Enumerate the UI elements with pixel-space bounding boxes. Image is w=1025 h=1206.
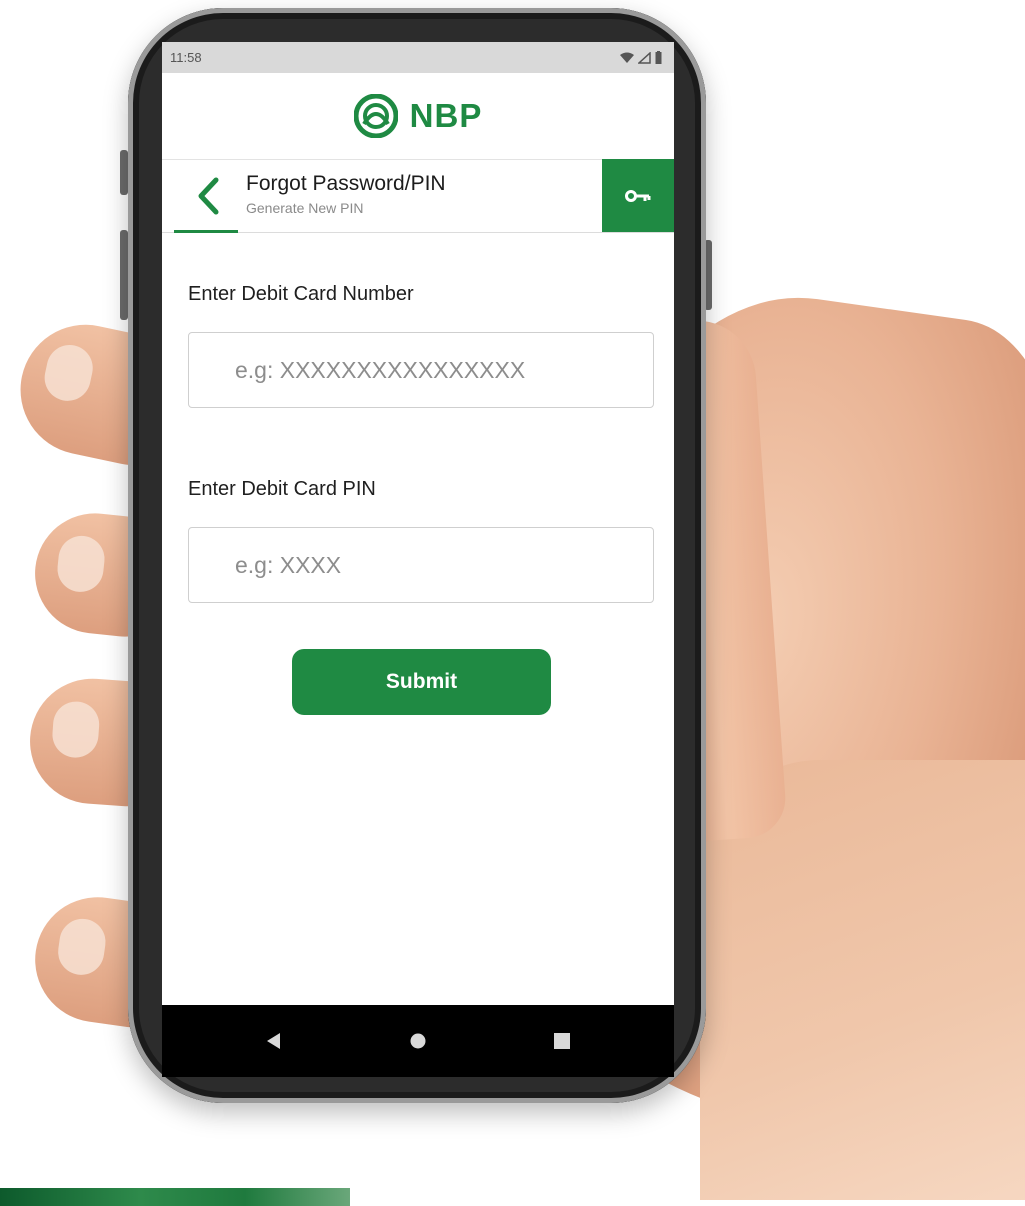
back-triangle-icon (267, 1033, 280, 1049)
page-subtitle: Generate New PIN (246, 200, 364, 216)
recents-square-icon (554, 1033, 570, 1049)
card-pin-input[interactable] (188, 527, 654, 603)
card-pin-label: Enter Debit Card PIN (188, 478, 376, 500)
nav-home-button[interactable] (388, 1011, 448, 1071)
status-icons (620, 51, 662, 64)
status-bar: 11:58 (162, 42, 674, 73)
nav-back-button[interactable] (244, 1011, 304, 1071)
signal-icon (638, 51, 651, 64)
android-nav-bar (162, 1005, 674, 1077)
card-number-input[interactable] (188, 332, 654, 408)
finger-nail (55, 915, 109, 978)
home-circle-icon (410, 1033, 426, 1049)
phone-side-button (120, 150, 128, 195)
active-indicator (174, 230, 238, 233)
chevron-left-icon (198, 177, 219, 215)
phone-side-button (120, 230, 128, 320)
nav-recents-button[interactable] (532, 1011, 592, 1071)
brand-name: NBP (409, 97, 483, 134)
page-header: Forgot Password/PIN Generate New PIN (162, 159, 674, 233)
key-button[interactable] (602, 159, 674, 232)
status-time: 11:58 (170, 50, 202, 65)
finger-nail (50, 700, 101, 760)
battery-icon (655, 51, 662, 64)
page-title: Forgot Password/PIN (246, 172, 446, 195)
finger-nail (55, 533, 107, 595)
phone-screen: 11:58 NBP Forgot Password/PIN Generate N… (162, 42, 674, 1077)
submit-button[interactable]: Submit (292, 649, 551, 715)
pin-form: Enter Debit Card Number Enter Debit Card… (162, 283, 674, 715)
card-number-label: Enter Debit Card Number (188, 283, 414, 305)
brand-header: NBP (162, 73, 674, 160)
decorative-green-strip (0, 1188, 350, 1206)
nbp-logo-icon (353, 94, 398, 138)
header-text: Forgot Password/PIN Generate New PIN (246, 172, 446, 216)
back-button[interactable] (180, 168, 236, 224)
key-icon (625, 189, 651, 202)
finger-nail (40, 340, 98, 406)
wifi-icon (620, 52, 634, 63)
